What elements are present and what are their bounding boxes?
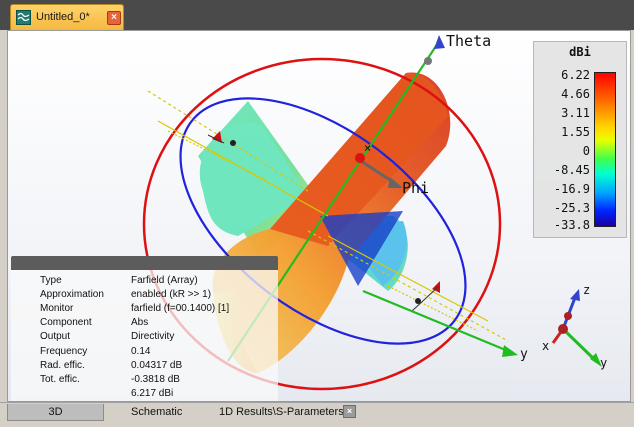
document-tab-strip: Untitled_0* × [0, 0, 634, 30]
colorbar-tick: -25.3 [553, 201, 590, 215]
info-key: Rad. effic. [40, 360, 85, 371]
info-row-frequency: Frequency 0.14 [11, 346, 278, 360]
document-tab-untitled[interactable]: Untitled_0* × [10, 4, 124, 30]
info-panel-body: Type Farfield (Array) Approximation enab… [11, 270, 278, 401]
colorbar-tick: 6.22 [561, 68, 590, 82]
colorbar-tick: -16.9 [553, 182, 590, 196]
info-key: Frequency [40, 346, 88, 357]
tab-schematic[interactable]: Schematic [131, 404, 182, 421]
info-key: Monitor [40, 303, 74, 314]
colorbar-tick: 4.66 [561, 87, 590, 101]
info-value: 6.217 dBi [131, 388, 174, 399]
info-key: Tot. effic. [40, 374, 80, 385]
farfield-3d-view[interactable]: × Theta Phi y z x y dBi 6.22 4.66 3.11 1… [7, 30, 631, 402]
info-value: 0.14 [131, 346, 151, 357]
tab-3d[interactable]: 3D [7, 404, 104, 421]
phi-axis-label: Phi [402, 179, 430, 197]
triad-z-label: z [583, 283, 591, 297]
info-row-rad-effic: Rad. effic. 0.04317 dB [11, 360, 278, 374]
info-key: Output [40, 331, 71, 342]
info-row-tot-effic: Tot. effic. -0.3818 dB [11, 374, 278, 388]
view-tab-bar: 3D Schematic 1D Results\S-Parameters × [0, 402, 634, 427]
colorbar-tick: -8.45 [553, 163, 590, 177]
info-value: Farfield (Array) [131, 275, 198, 286]
close-icon[interactable]: × [343, 405, 356, 418]
colorbar-tick: -33.8 [553, 218, 590, 232]
info-value: 0.04317 dB [131, 360, 183, 371]
info-row-type: Type Farfield (Array) [11, 275, 278, 289]
info-row-component: Component Abs [11, 317, 278, 331]
info-row-output: Output Directivity [11, 331, 278, 345]
colorbar-tick: 1.55 [561, 125, 590, 139]
orientation-triad [551, 289, 602, 367]
info-panel-header [11, 256, 278, 270]
close-icon[interactable]: × [107, 11, 121, 25]
colorbar-legend: dBi 6.22 4.66 3.11 1.55 0 -8.45 -16.9 -2… [533, 41, 627, 238]
info-key: Type [40, 275, 62, 286]
svg-text:×: × [364, 141, 371, 155]
y-axis-label: y [520, 347, 528, 362]
info-value: Abs [131, 317, 149, 328]
info-row-approximation: Approximation enabled (kR >> 1) [11, 289, 278, 303]
info-row-monitor: Monitor farfield (f=00.1400) [1] [11, 303, 278, 317]
colorbar-tick: 3.11 [561, 106, 590, 120]
info-value: Directivity [131, 331, 175, 342]
triad-x-label: x [542, 339, 550, 353]
info-key: Component [40, 317, 92, 328]
info-value: -0.3818 dB [131, 374, 180, 385]
info-key: Approximation [40, 289, 104, 300]
colorbar-gradient [594, 72, 616, 227]
colorbar-unit: dBi [569, 45, 591, 59]
document-tab-label: Untitled_0* [36, 11, 90, 23]
farfield-info-panel: Type Farfield (Array) Approximation enab… [11, 256, 278, 401]
info-value: farfield (f=00.1400) [1] [131, 303, 230, 314]
colorbar-tick: 0 [582, 144, 590, 158]
info-value: enabled (kR >> 1) [131, 289, 212, 300]
theta-axis-label: Theta [446, 32, 492, 50]
farfield-document-icon [16, 10, 31, 25]
info-row-directivity: 6.217 dBi [11, 388, 278, 401]
tab-1d-results-s-parameters[interactable]: 1D Results\S-Parameters [219, 404, 344, 421]
triad-y-label: y [600, 356, 608, 370]
